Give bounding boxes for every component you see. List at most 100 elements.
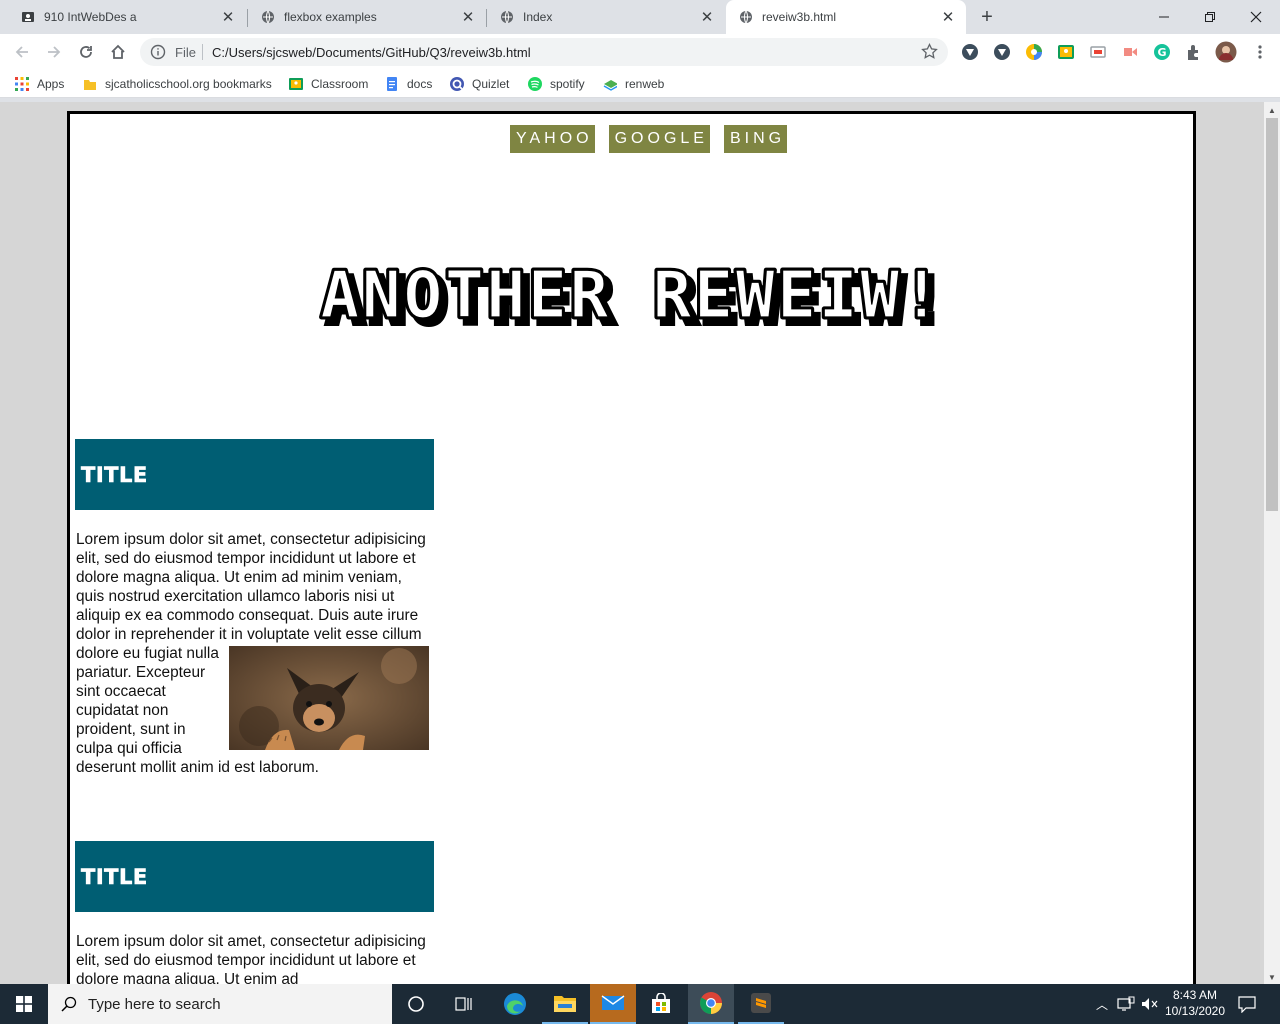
bookmark-label: renweb (625, 77, 665, 91)
nav-link-bing[interactable]: BING (723, 125, 788, 153)
home-button[interactable] (106, 40, 130, 64)
forward-button[interactable] (42, 40, 66, 64)
minimize-icon (1159, 16, 1169, 18)
card-title: TITLE (81, 462, 148, 487)
svg-text:G: G (1157, 46, 1166, 59)
bookmark-apps[interactable]: Apps (15, 76, 64, 92)
clock-date: 10/13/2020 (1164, 1004, 1226, 1018)
info-icon[interactable] (150, 44, 166, 65)
grammarly-icon[interactable]: G (1153, 43, 1171, 61)
windows-logo-icon (16, 996, 32, 1012)
windows-taskbar: Type here to search ︿ 8:43 AM 10/13/2020 (0, 984, 1280, 1024)
scroll-up-arrow-icon[interactable]: ▲ (1268, 106, 1276, 115)
top-nav: YAHOO GOOGLE BING (510, 125, 788, 153)
tab-title: reveiw3b.html (762, 10, 837, 24)
close-tab-icon[interactable]: ✕ (697, 8, 717, 26)
sublime-text-icon (751, 993, 771, 1013)
taskbar-file-explorer[interactable] (542, 984, 588, 1024)
cortana-button[interactable] (396, 984, 436, 1024)
close-tab-icon[interactable]: ✕ (218, 8, 238, 26)
nav-link-google[interactable]: GOOGLE (608, 125, 710, 153)
bookmark-docs[interactable]: docs (385, 76, 432, 92)
restore-button[interactable] (1187, 0, 1233, 34)
renweb-icon (603, 77, 617, 91)
bookmark-label: spotify (550, 77, 585, 91)
network-icon[interactable] (1117, 996, 1135, 1017)
bookmark-label: sjcatholicschool.org bookmarks (105, 77, 272, 91)
bookmark-renweb[interactable]: renweb (603, 76, 664, 92)
task-view-icon (455, 997, 472, 1011)
card-body: Lorem ipsum dolor sit amet, consectetur … (75, 932, 434, 984)
address-divider (202, 44, 203, 60)
colorful-extension-icon[interactable] (1025, 43, 1043, 61)
forward-arrow-icon (48, 46, 61, 58)
quizlet-icon (450, 77, 464, 91)
minimize-button[interactable] (1141, 0, 1187, 34)
tab-strip: 910 IntWebDes a ✕ flexbox examples ✕ Ind… (0, 0, 1280, 34)
bookmark-classroom[interactable]: Classroom (289, 76, 368, 92)
menu-kebab-icon[interactable] (1251, 43, 1269, 61)
scroll-thumb[interactable] (1266, 118, 1278, 511)
heading-inline: ANOTHER REWEIW! (320, 259, 943, 333)
address-bar[interactable]: File C:/Users/sjcsweb/Documents/GitHub/Q… (140, 38, 948, 66)
taskbar-edge[interactable] (492, 984, 538, 1024)
close-window-button[interactable] (1233, 0, 1279, 34)
screencast-extension-icon[interactable] (1121, 43, 1139, 61)
chrome-icon (700, 992, 722, 1014)
bookmark-label: Apps (37, 77, 65, 91)
task-view-button[interactable] (444, 984, 484, 1024)
taskbar-search-placeholder: Type here to search (88, 995, 221, 1013)
bookmark-star-icon[interactable] (921, 42, 938, 65)
start-button[interactable] (0, 984, 48, 1024)
taskbar-mail[interactable] (590, 984, 636, 1024)
reload-button[interactable] (74, 40, 98, 64)
puppy-photo (229, 646, 429, 750)
docs-icon (385, 77, 399, 91)
new-tab-button[interactable]: + (976, 6, 998, 28)
classroom-icon (289, 77, 303, 91)
bookmark-label: docs (407, 77, 433, 91)
tab-index[interactable]: Index ✕ (487, 0, 725, 34)
close-tab-icon[interactable]: ✕ (938, 8, 958, 26)
classroom-extension-icon[interactable] (1057, 43, 1075, 61)
bookmark-quizlet[interactable]: Quizlet (450, 76, 509, 92)
shield-extension-icon[interactable] (961, 43, 979, 61)
content-card: TITLE Lorem ipsum dolor sit amet, consec… (75, 439, 434, 777)
taskbar-store[interactable] (638, 984, 684, 1024)
browser-toolbar: File C:/Users/sjcsweb/Documents/GitHub/Q… (0, 34, 1280, 70)
folder-icon (554, 996, 576, 1012)
vertical-scrollbar[interactable]: ▲ ▼ (1264, 102, 1280, 984)
close-tab-icon[interactable]: ✕ (458, 8, 478, 26)
notification-center-icon[interactable] (1238, 995, 1256, 1018)
taskbar-search-box[interactable]: Type here to search (48, 984, 392, 1024)
shield-extension-icon[interactable] (993, 43, 1011, 61)
bookmark-spotify[interactable]: spotify (528, 76, 585, 92)
card-body: Lorem ipsum dolor sit amet, consectetur … (75, 530, 434, 777)
tab-classroom[interactable]: 910 IntWebDes a ✕ (8, 0, 246, 34)
nav-link-yahoo[interactable]: YAHOO (510, 125, 595, 153)
card-title: TITLE (81, 864, 148, 889)
back-arrow-icon (15, 46, 28, 58)
system-clock[interactable]: 8:43 AM 10/13/2020 (1160, 987, 1230, 1019)
back-button[interactable] (10, 40, 34, 64)
tab-flexbox-examples[interactable]: flexbox examples ✕ (248, 0, 486, 34)
reload-icon (80, 46, 92, 58)
show-hidden-icons-chevron[interactable]: ︿ (1096, 996, 1108, 1013)
tab-title: Index (523, 10, 553, 24)
store-bag-icon (652, 993, 670, 1013)
restore-icon (1205, 12, 1215, 22)
globe-icon (738, 9, 754, 25)
taskbar-sublime[interactable] (738, 984, 784, 1024)
hero-heading-block: ANOTHER REWEIW! ANOTHER REWEIW! ANOTHER … (70, 259, 1193, 344)
taskbar-chrome[interactable] (688, 984, 734, 1024)
volume-muted-icon[interactable] (1141, 996, 1159, 1017)
close-icon (1250, 11, 1262, 23)
url-text[interactable]: C:/Users/sjcsweb/Documents/GitHub/Q3/rev… (212, 45, 531, 60)
extensions-puzzle-icon[interactable] (1185, 43, 1203, 61)
cast-extension-icon[interactable] (1089, 43, 1107, 61)
bookmark-folder-sjcatholicschool[interactable]: sjcatholicschool.org bookmarks (83, 76, 272, 92)
scroll-down-arrow-icon[interactable]: ▼ (1268, 973, 1276, 982)
profile-avatar[interactable] (1215, 41, 1237, 63)
card-header: TITLE (75, 439, 434, 510)
tab-reveiw3b[interactable]: reveiw3b.html ✕ (726, 0, 966, 34)
